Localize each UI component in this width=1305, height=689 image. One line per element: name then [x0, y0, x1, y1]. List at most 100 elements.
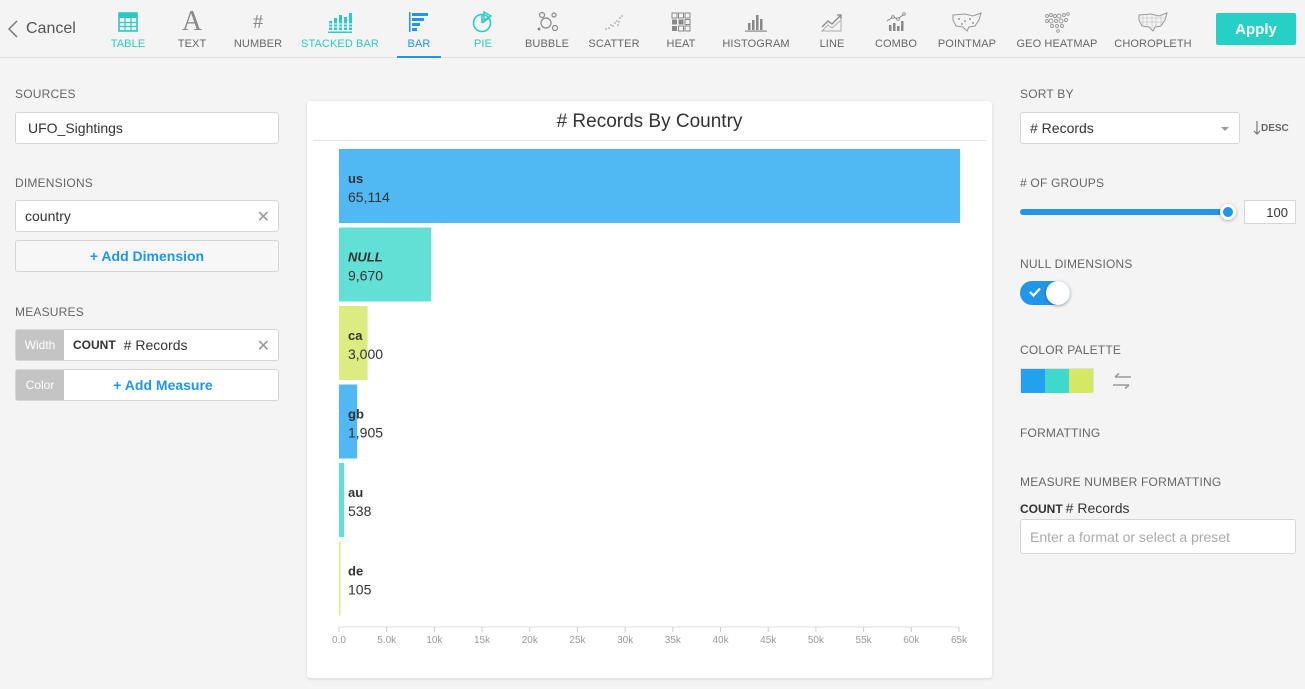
x-tick-label: 20k: [522, 635, 539, 646]
remove-dimension-icon[interactable]: ✕: [257, 207, 270, 227]
x-tick-label: 65k: [951, 635, 968, 646]
sort-order-label: DESC: [1261, 122, 1289, 134]
bar-icon: [409, 8, 429, 36]
null-dimensions-label: NULL DIMENSIONS: [1020, 257, 1133, 271]
chart-type-heat[interactable]: HEAT: [667, 8, 695, 58]
swap-arrows-icon[interactable]: [1111, 372, 1133, 390]
number-icon: #: [253, 10, 263, 33]
groups-slider[interactable]: [1020, 204, 1236, 220]
cancel-button[interactable]: Cancel: [8, 16, 76, 42]
bar-value-label: 3,000: [348, 346, 383, 362]
measure-aggregate: COUNT: [73, 338, 116, 352]
bar-category-label: us: [348, 171, 363, 186]
measure-width-field[interactable]: Width COUNT # Records ✕: [15, 329, 279, 361]
bar[interactable]: [339, 149, 961, 223]
chart-type-label: NUMBER: [233, 38, 283, 50]
number-format-input[interactable]: [1020, 519, 1296, 554]
groups-value: 100: [1266, 204, 1288, 220]
stacked-bar-icon: [328, 8, 352, 36]
bar[interactable]: [339, 384, 358, 459]
chart-type-line[interactable]: LINE: [820, 8, 844, 58]
measure-role-tag: Width: [16, 330, 64, 360]
x-tick-label: 50k: [808, 635, 825, 646]
x-tick-label: 5.0k: [377, 635, 397, 646]
sort-by-select[interactable]: # Records: [1020, 112, 1240, 144]
chart-type-text[interactable]: A TEXT: [178, 8, 206, 58]
x-tick-label: 25k: [569, 635, 586, 646]
groups-input[interactable]: 100: [1244, 200, 1296, 224]
measures-label: MEASURES: [15, 305, 84, 319]
chart-type-label: TEXT: [177, 38, 207, 50]
dimension-field[interactable]: country ✕: [15, 200, 279, 232]
add-dimension-button[interactable]: + Add Dimension: [15, 240, 279, 272]
chart-type-bar[interactable]: BAR: [397, 8, 441, 58]
arrow-down-icon: [1253, 121, 1261, 135]
bar-value-label: 1,905: [348, 425, 383, 441]
bubble-icon: [535, 8, 559, 36]
format-measure-name: COUNT # Records: [1020, 500, 1129, 516]
bar[interactable]: [339, 306, 368, 380]
sources-label: SOURCES: [15, 87, 76, 101]
pointmap-icon: [951, 8, 983, 36]
chart-type-pie[interactable]: PIE: [471, 8, 495, 58]
sort-by-label: SORT BY: [1020, 87, 1074, 101]
x-tick-label: 35k: [665, 635, 682, 646]
bar-category-label: NULL: [348, 250, 383, 265]
format-aggregate: COUNT: [1020, 502, 1063, 516]
bar[interactable]: [339, 463, 345, 537]
chart-type-label: POINTMAP: [937, 38, 997, 50]
measure-color-field[interactable]: Color + Add Measure: [15, 369, 279, 401]
bar-value-label: 538: [348, 503, 372, 519]
pie-icon: [472, 8, 494, 36]
bar[interactable]: [339, 541, 341, 616]
chart-type-combo[interactable]: COMBO: [874, 8, 918, 58]
chart-type-bubble[interactable]: BUBBLE: [525, 8, 570, 58]
measure-role-tag: Color: [16, 370, 64, 400]
chart-type-stacked-bar[interactable]: STACKED BAR: [301, 8, 379, 58]
chart-type-label: TABLE: [110, 38, 146, 50]
chart-type-table[interactable]: TABLE: [110, 8, 146, 58]
null-dimensions-toggle[interactable]: [1020, 281, 1070, 305]
bar[interactable]: [339, 227, 432, 302]
palette-swatch: [1045, 369, 1069, 393]
heat-icon: [671, 8, 691, 36]
remove-measure-icon[interactable]: ✕: [257, 336, 270, 356]
chart-type-label: BUBBLE: [525, 38, 570, 50]
color-palette-swatches[interactable]: [1020, 368, 1094, 393]
color-palette-label: COLOR PALETTE: [1020, 343, 1122, 357]
palette-swatch: [1021, 369, 1045, 393]
dropdown-caret-icon: [1221, 127, 1229, 131]
palette-swatch: [1069, 369, 1093, 393]
slider-handle[interactable]: [1220, 204, 1236, 220]
chart-type-number[interactable]: # NUMBER: [233, 8, 283, 58]
geo-heatmap-icon: [1042, 8, 1072, 36]
bar-chart: us 65,114 NULL 9,670 ca 3,000 gb 1,905 au 538 de 10…: [332, 149, 968, 646]
groups-label: # OF GROUPS: [1020, 176, 1105, 190]
sort-order-toggle[interactable]: DESC: [1253, 120, 1289, 136]
measure-field: # Records: [123, 337, 188, 353]
add-measure-button[interactable]: + Add Measure: [64, 377, 278, 393]
dimensions-label: DIMENSIONS: [15, 176, 94, 190]
chart-type-pointmap[interactable]: POINTMAP: [937, 8, 997, 58]
chart-type-histogram[interactable]: HISTOGRAM: [722, 8, 790, 58]
chart-type-scatter[interactable]: SCATTER: [588, 8, 640, 58]
x-tick-label: 30k: [617, 635, 634, 646]
measure-number-formatting-label: MEASURE NUMBER FORMATTING: [1020, 475, 1222, 489]
checkmark-icon: [1029, 287, 1041, 298]
chart-type-label: COMBO: [874, 38, 918, 50]
bar-category-label: de: [348, 564, 363, 579]
histogram-icon: [745, 8, 767, 36]
table-icon: [118, 8, 138, 36]
bar-category-label: ca: [348, 328, 363, 343]
x-tick-label: 10k: [426, 635, 443, 646]
chart-card: # Records By Country us 65,114 NULL 9,670 ca…: [307, 101, 992, 678]
line-icon: [821, 8, 843, 36]
slider-fill: [1020, 209, 1228, 215]
chart-type-choropleth[interactable]: CHOROPLETH: [1114, 8, 1192, 58]
source-select[interactable]: UFO_Sightings: [15, 112, 279, 144]
formatting-label: FORMATTING: [1020, 426, 1101, 440]
apply-button[interactable]: Apply: [1216, 13, 1296, 45]
bar-value-label: 105: [348, 582, 372, 598]
chart-type-label: STACKED BAR: [301, 38, 379, 50]
chart-type-geo-heatmap[interactable]: GEO HEATMAP: [1017, 8, 1097, 58]
